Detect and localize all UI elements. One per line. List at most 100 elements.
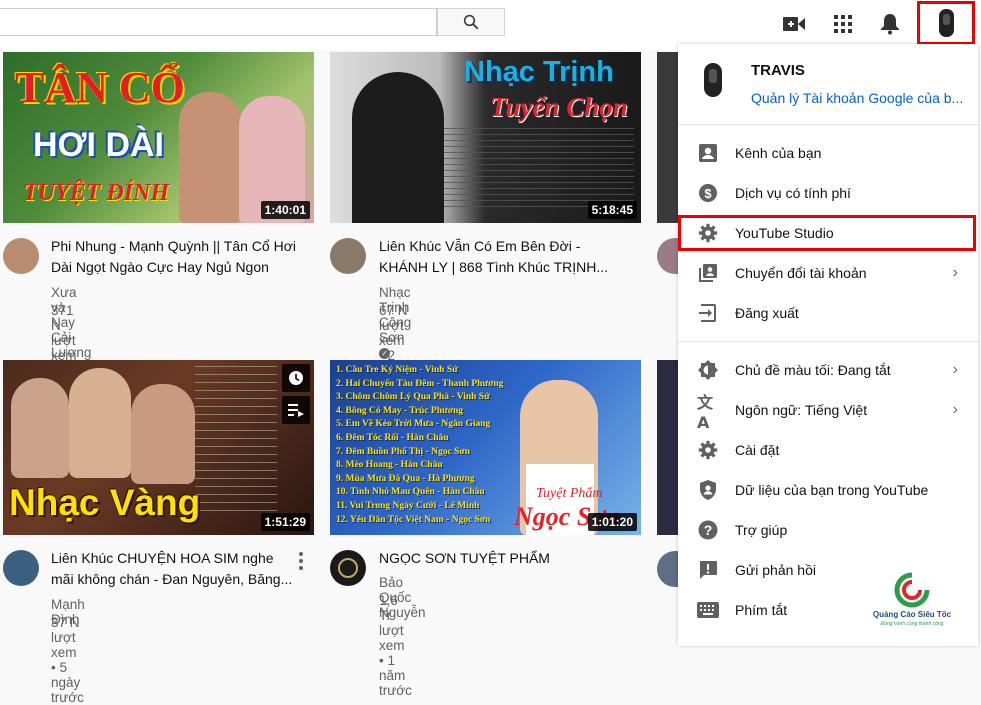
menu-item-sign-out[interactable]: Đăng xuất [678, 293, 978, 333]
menu-item-label: Gửi phản hồi [735, 562, 816, 578]
song-list-item: 8. Mèo Hoang - Hàn Châu [336, 460, 443, 471]
menu-item-label: Dịch vụ có tính phí [735, 185, 851, 201]
svg-text:$: $ [704, 186, 712, 201]
song-list-graphic [195, 366, 277, 516]
divider [678, 341, 978, 342]
switch-account-icon [697, 262, 719, 284]
video-add-icon[interactable] [782, 12, 806, 36]
thumb-line2: Tuyển Chọn [490, 92, 628, 122]
video-thumbnail[interactable]: Nhạc Trịnh Tuyển Chọn 5:18:45 [330, 52, 641, 223]
chevron-right-icon: › [952, 361, 958, 378]
account-avatar [704, 63, 722, 97]
menu-item-settings[interactable]: Cài đặt [678, 430, 978, 470]
video-title[interactable]: Liên Khúc Vẫn Có Em Bên Đời - KHÁNH LY |… [379, 236, 619, 278]
song-list-item: 4. Bông Cỏ May - Trúc Phương [336, 405, 463, 416]
thumb-title: Nhạc Trịnh [464, 56, 614, 88]
channel-avatar[interactable] [3, 550, 39, 586]
gear-icon [697, 439, 719, 461]
song-list-item: 6. Đêm Tóc Rối - Hàn Châu [336, 432, 449, 443]
apps-grid-icon[interactable] [831, 12, 855, 36]
add-to-queue-icon[interactable] [282, 396, 310, 424]
menu-item-label: Đăng xuất [735, 305, 799, 321]
thumb-sig1: Tuyệt Phẩm [536, 486, 603, 501]
video-duration: 5:18:45 [587, 201, 637, 219]
watermark-title: Quảng Cáo Siêu Tốc [872, 610, 952, 619]
song-list-item: 7. Đêm Buồn Phố Thị - Ngọc Sơn [336, 446, 470, 457]
menu-item-label: Ngôn ngữ: Tiếng Việt [735, 402, 868, 418]
avatar-button[interactable] [917, 1, 975, 45]
menu-item-your-channel[interactable]: Kênh của bạn [678, 133, 978, 173]
video-title[interactable]: NGỌC SƠN TUYỆT PHẨM [379, 548, 639, 569]
channel-avatar[interactable] [3, 238, 39, 274]
menu-item-label: Dữ liệu của bạn trong YouTube [735, 482, 929, 498]
dark-theme-icon [697, 359, 719, 381]
song-list-item: 2. Hai Chuyến Tàu Đêm - Thanh Phương [336, 378, 504, 389]
gear-icon [697, 222, 719, 244]
menu-item-label: Trợ giúp [735, 522, 788, 538]
feedback-icon [697, 559, 719, 581]
chevron-right-icon: › [952, 401, 958, 418]
menu-item-label: Cài đặt [735, 442, 780, 458]
account-name: TRAVIS [751, 62, 805, 79]
song-list-item: 5. Em Về Kẻo Trời Mưa - Ngân Giang [336, 419, 491, 430]
channel-avatar[interactable] [330, 238, 366, 274]
person-box-icon [697, 142, 719, 164]
menu-item-dark-theme[interactable]: Chủ đề màu tối: Đang tắt › [678, 350, 978, 390]
video-thumbnail[interactable]: 1. Cầu Tre Kỷ Niệm - Vinh Sử 2. Hai Chuyế… [330, 360, 641, 535]
bell-icon[interactable] [878, 12, 902, 36]
watermark-subtitle: Đồng hành cùng thành công [880, 621, 944, 627]
thumb-line2: HƠI DÀI [33, 126, 165, 164]
menu-item-label: Phím tắt [735, 602, 788, 618]
account-menu: TRAVIS Quản lý Tài khoản Google của b...… [678, 44, 978, 646]
video-title[interactable]: Phi Nhung - Mạnh Quỳnh || Tân Cổ Hơi Dài… [51, 236, 311, 278]
song-list-item: 10. Tình Nhỏ Mau Quên - Hàn Châu [336, 487, 485, 498]
channel-avatar-partial[interactable] [657, 238, 679, 274]
video-meta: 37 N lượt xem • 5 ngày trước [51, 615, 84, 705]
video-thumbnail[interactable]: Nhạc Vàng 1:51:29 [3, 360, 314, 535]
menu-item-label: Kênh của bạn [735, 145, 822, 161]
song-list-item: 9. Mùa Mưa Đã Qua - Hà Phương [336, 473, 475, 484]
channel-avatar[interactable] [330, 550, 366, 586]
song-list-item: 3. Chôm Chôm Lý Qua Phà - Vinh Sử [336, 392, 490, 403]
divider [678, 124, 978, 125]
watermark-logo: Quảng Cáo Siêu Tốc Đồng hành cùng thành … [864, 572, 960, 632]
top-bar [0, 0, 981, 50]
menu-item-youtube-studio[interactable]: YouTube Studio [678, 215, 976, 251]
help-icon: ? [697, 519, 719, 541]
keyboard-icon [697, 599, 719, 621]
more-options-icon[interactable] [297, 552, 305, 570]
channel-avatar-partial[interactable] [657, 551, 679, 587]
menu-item-switch-account[interactable]: Chuyển đổi tài khoản › [678, 253, 978, 293]
menu-item-help[interactable]: ? Trợ giúp [678, 510, 978, 550]
video-thumbnail[interactable]: TÂN CỔ HƠI DÀI TUYỆT ĐỈNH 1:40:01 [3, 52, 314, 223]
search-input[interactable] [0, 8, 437, 36]
manage-account-link[interactable]: Quản lý Tài khoản Google của b... [751, 90, 963, 106]
dollar-icon: $ [697, 182, 719, 204]
song-list: 1. Cầu Tre Kỷ Niệm - Vinh Sử 2. Hai Chuyế… [336, 364, 526, 527]
menu-item-your-data[interactable]: Dữ liệu của bạn trong YouTube [678, 470, 978, 510]
watch-later-icon[interactable] [282, 364, 310, 392]
avatar [938, 9, 954, 37]
video-duration: 1:40:01 [260, 201, 310, 219]
song-list-item: 12. Yêu Dân Tộc Việt Nam - Ngọc Sơn [336, 514, 491, 525]
video-title[interactable]: Liên Khúc CHUYỆN HOA SIM nghe mãi không … [51, 548, 296, 590]
translate-icon: 文A [697, 392, 714, 432]
song-list-item: 11. Vui Trong Ngày Cưới - Lê Minh [336, 500, 480, 511]
thumb-title: Nhạc Vàng [9, 482, 201, 523]
watermark-icon [894, 572, 930, 608]
song-list-graphic [444, 128, 634, 208]
menu-item-label: Chủ đề màu tối: Đang tắt [735, 362, 891, 378]
thumb-line3: TUYỆT ĐỈNH [23, 180, 169, 206]
menu-item-paid-memberships[interactable]: $ Dịch vụ có tính phí [678, 173, 978, 213]
video-duration: 1:01:20 [587, 513, 637, 531]
song-list-item: 1. Cầu Tre Kỷ Niệm - Vinh Sử [336, 365, 458, 375]
chevron-right-icon: › [952, 264, 958, 281]
menu-item-language[interactable]: 文A Ngôn ngữ: Tiếng Việt › [678, 390, 978, 432]
search-button[interactable] [437, 8, 505, 36]
search-icon [463, 14, 479, 30]
thumb-title: TÂN CỔ [15, 63, 185, 112]
video-duration: 1:51:29 [260, 513, 310, 531]
menu-item-label: Chuyển đổi tài khoản [735, 265, 867, 281]
svg-text:?: ? [704, 522, 713, 538]
menu-item-label: YouTube Studio [735, 225, 834, 241]
